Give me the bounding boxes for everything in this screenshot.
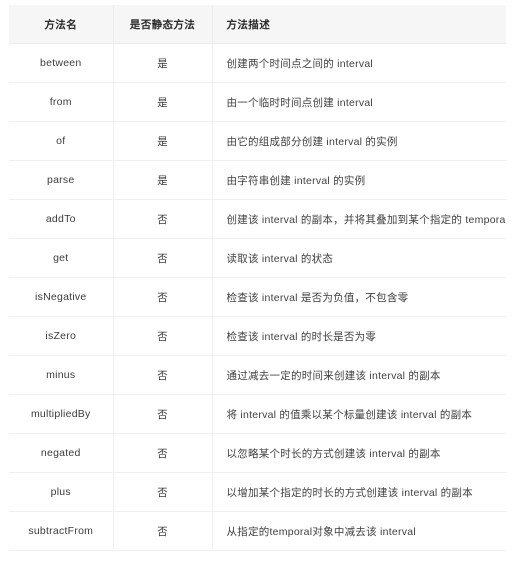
cell-description: 检查该 interval 是否为负值，不包含零 xyxy=(212,277,506,317)
cell-method-name: parse xyxy=(9,160,114,200)
cell-description: 通过减去一定的时间来创建该 interval 的副本 xyxy=(212,355,506,395)
cell-description: 以增加某个指定的时长的方式创建该 interval 的副本 xyxy=(212,472,506,512)
cell-method-name: negated xyxy=(9,433,114,473)
cell-is-static: 否 xyxy=(113,199,213,239)
cell-is-static: 否 xyxy=(113,316,213,356)
table-header: 方法名 是否静态方法 方法描述 xyxy=(9,5,506,44)
cell-method-name: isNegative xyxy=(9,277,114,317)
table-row: minus 否通过减去一定的时间来创建该 interval 的副本 xyxy=(9,355,506,395)
table-row: plus 否以增加某个指定的时长的方式创建该 interval 的副本 xyxy=(9,472,506,512)
table-row: addTo 否创建该 interval 的副本，并将其叠加到某个指定的 tempo… xyxy=(9,199,506,239)
cell-description: 由字符串创建 interval 的实例 xyxy=(212,160,506,200)
page-root: 方法名 是否静态方法 方法描述 between 是创建两个时间点之间的 inter… xyxy=(0,0,512,570)
method-table-container: 方法名 是否静态方法 方法描述 between 是创建两个时间点之间的 inter… xyxy=(9,5,506,551)
cell-is-static: 否 xyxy=(113,277,213,317)
column-header-method-description: 方法描述 xyxy=(212,5,506,44)
cell-description: 将 interval 的值乘以某个标量创建该 interval 的副本 xyxy=(212,394,506,434)
table-row: subtractFrom 否从指定的temporal对象中减去该 interval xyxy=(9,511,506,551)
cell-is-static: 否 xyxy=(113,511,213,551)
cell-method-name: of xyxy=(9,121,114,161)
cell-description: 以忽略某个时长的方式创建该 interval 的副本 xyxy=(212,433,506,473)
cell-description: 创建两个时间点之间的 interval xyxy=(212,43,506,83)
cell-method-name: multipliedBy xyxy=(9,394,114,434)
cell-is-static: 是 xyxy=(113,160,213,200)
method-reference-table: 方法名 是否静态方法 方法描述 between 是创建两个时间点之间的 inter… xyxy=(9,5,506,551)
cell-method-name: plus xyxy=(9,472,114,512)
column-header-method-name: 方法名 xyxy=(9,5,114,44)
table-row: of 是由它的组成部分创建 interval 的实例 xyxy=(9,121,506,161)
cell-description: 检查该 interval 的时长是否为零 xyxy=(212,316,506,356)
cell-description: 创建该 interval 的副本，并将其叠加到某个指定的 temporal 对象 xyxy=(212,199,506,239)
cell-method-name: addTo xyxy=(9,199,114,239)
table-row: get 否读取该 interval 的状态 xyxy=(9,238,506,278)
table-row: negated 否以忽略某个时长的方式创建该 interval 的副本 xyxy=(9,433,506,473)
cell-is-static: 否 xyxy=(113,238,213,278)
cell-method-name: from xyxy=(9,82,114,122)
cell-method-name: between xyxy=(9,43,114,83)
cell-is-static: 是 xyxy=(113,82,213,122)
cell-method-name: get xyxy=(9,238,114,278)
cell-description: 由一个临时时间点创建 interval xyxy=(212,82,506,122)
table-row: parse 是由字符串创建 interval 的实例 xyxy=(9,160,506,200)
table-row: isNegative 否检查该 interval 是否为负值，不包含零 xyxy=(9,277,506,317)
table-body: between 是创建两个时间点之间的 interval from 是由一个临时时间点… xyxy=(9,43,506,551)
cell-description: 读取该 interval 的状态 xyxy=(212,238,506,278)
cell-method-name: minus xyxy=(9,355,114,395)
cell-method-name: isZero xyxy=(9,316,114,356)
table-row: isZero 否检查该 interval 的时长是否为零 xyxy=(9,316,506,356)
cell-is-static: 否 xyxy=(113,433,213,473)
cell-is-static: 否 xyxy=(113,394,213,434)
column-header-is-static-method: 是否静态方法 xyxy=(113,5,213,44)
table-row: from 是由一个临时时间点创建 interval xyxy=(9,82,506,122)
table-header-row: 方法名 是否静态方法 方法描述 xyxy=(9,5,506,44)
table-row: between 是创建两个时间点之间的 interval xyxy=(9,43,506,83)
cell-is-static: 是 xyxy=(113,43,213,83)
cell-is-static: 否 xyxy=(113,472,213,512)
cell-description: 从指定的temporal对象中减去该 interval xyxy=(212,511,506,551)
cell-is-static: 是 xyxy=(113,121,213,161)
cell-is-static: 否 xyxy=(113,355,213,395)
cell-method-name: subtractFrom xyxy=(9,511,114,551)
cell-description: 由它的组成部分创建 interval 的实例 xyxy=(212,121,506,161)
table-row: multipliedBy 否将 interval 的值乘以某个标量创建该 inte… xyxy=(9,394,506,434)
